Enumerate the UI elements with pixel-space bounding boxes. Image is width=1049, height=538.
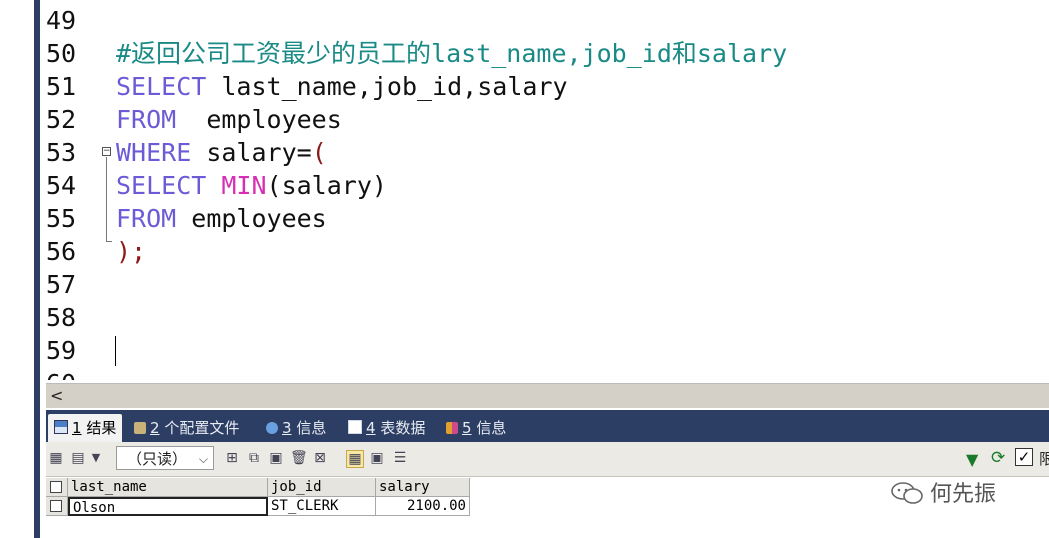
sql-comment: #返回公司工资最少的员工的last_name,job_id和salary <box>116 39 788 68</box>
result-grid-icon <box>54 420 68 434</box>
tab-number: 4 <box>366 419 376 437</box>
tab-label: 表数据 <box>375 419 426 437</box>
line-number: 53 <box>46 138 77 167</box>
tab-info-2[interactable]: 5 信息 <box>446 414 506 442</box>
code-line[interactable]: ); <box>116 235 146 268</box>
column-header[interactable]: last_name <box>68 478 268 497</box>
line-number: 59 <box>46 336 77 365</box>
sql-punctuation: ( <box>311 138 327 167</box>
readonly-select[interactable]: （只读） ⌵ <box>116 446 214 470</box>
export-icon[interactable]: ▦ <box>48 450 64 466</box>
sql-punctuation: ); <box>116 237 147 266</box>
save-icon[interactable]: ▣ <box>268 450 284 466</box>
code-line[interactable]: WHERE salary=( <box>116 136 327 169</box>
line-number: 50 <box>46 39 77 68</box>
code-line[interactable]: #返回公司工资最少的员工的last_name,job_id和salary <box>116 37 787 70</box>
wechat-icon <box>891 482 923 504</box>
profile-icon <box>134 422 146 434</box>
tab-profiles[interactable]: 2 个配置文件 <box>134 414 239 442</box>
table-cell[interactable]: 2100.00 <box>376 497 470 516</box>
limit-rows-label: 限 <box>1039 450 1049 468</box>
fold-guide-end <box>106 241 112 242</box>
tab-label: 信息 <box>471 419 507 437</box>
tab-number: 3 <box>282 419 292 437</box>
sql-keyword: WHERE <box>116 138 192 167</box>
tab-results[interactable]: 1 结果 <box>48 414 123 442</box>
insert-row-icon[interactable]: ⊞ <box>224 450 240 466</box>
scroll-left-arrow-icon[interactable]: < <box>50 386 63 405</box>
line-number: 52 <box>46 105 77 134</box>
table-cell[interactable]: ST_CLERK <box>268 497 376 516</box>
tab-label: 信息 <box>291 419 327 437</box>
table-cell[interactable]: Olson <box>68 497 268 516</box>
horizontal-scrollbar[interactable]: < <box>46 383 1049 408</box>
discard-icon[interactable]: ⊠ <box>312 450 328 466</box>
column-header[interactable]: job_id <box>268 478 376 497</box>
line-number: 57 <box>46 270 77 299</box>
info-colored-icon <box>446 422 458 434</box>
chevron-down-icon: ⌵ <box>198 452 208 466</box>
tab-info[interactable]: 3 信息 <box>266 414 326 442</box>
results-toolbar: ▦ ▤ ▼ （只读） ⌵ ⊞ ⧉ ▣ 🗑 ⊠ ▦ ▣ ☰ ▼ ⟳ ✓ 限 <box>46 442 1049 477</box>
dropdown-arrow-icon[interactable]: ▼ <box>88 450 104 466</box>
code-line[interactable]: FROM employees <box>116 103 342 136</box>
sql-function: MIN <box>221 171 267 200</box>
tab-number: 2 <box>150 419 160 437</box>
delete-icon[interactable]: 🗑 <box>290 450 308 466</box>
readonly-label: （只读） <box>127 450 188 468</box>
line-number: 55 <box>46 204 77 233</box>
sql-text: (salary) <box>266 171 387 200</box>
table-data-icon <box>348 420 362 434</box>
filter-icon[interactable]: ▼ <box>966 450 978 469</box>
limit-rows-checkbox[interactable]: ✓ <box>1015 448 1033 466</box>
line-number: 58 <box>46 303 77 332</box>
watermark-text: 何先振 <box>930 482 997 507</box>
text-view-icon[interactable]: ☰ <box>392 450 408 466</box>
sql-text: employees <box>176 204 327 233</box>
column-header[interactable]: salary <box>376 478 470 497</box>
line-number: 49 <box>46 6 77 35</box>
duplicate-row-icon[interactable]: ⧉ <box>246 450 262 466</box>
text-cursor <box>115 336 116 366</box>
line-number: 60 <box>46 367 96 380</box>
line-number-gutter: 49 50 51 52 53 54 55 56 57 58 59 60 <box>46 0 110 380</box>
sql-text: employees <box>176 105 342 134</box>
select-all-checkbox[interactable] <box>50 481 62 493</box>
sql-keyword: FROM <box>116 105 177 134</box>
line-number: 51 <box>46 72 77 101</box>
sql-keyword: FROM <box>116 204 177 233</box>
grid-view-icon[interactable]: ▦ <box>346 450 364 468</box>
tab-label: 结果 <box>81 419 117 437</box>
sql-text: salary= <box>191 138 312 167</box>
row-checkbox[interactable] <box>50 500 62 512</box>
row-selector[interactable] <box>46 497 68 516</box>
select-all-cell[interactable] <box>46 478 68 497</box>
tab-number: 1 <box>72 419 82 437</box>
sql-editor[interactable]: 49 50 51 52 53 54 55 56 57 58 59 60 − #返… <box>46 0 1049 380</box>
line-number: 56 <box>46 237 77 266</box>
sql-text: last_name,job_id,salary <box>206 72 568 101</box>
watermark: 何先振 <box>890 480 996 510</box>
export-menu-icon[interactable]: ▤ <box>70 450 86 466</box>
window-left-border <box>0 0 40 538</box>
code-line[interactable]: SELECT last_name,job_id,salary <box>116 70 568 103</box>
fold-toggle-icon[interactable]: − <box>102 147 111 156</box>
sql-keyword: SELECT <box>116 72 207 101</box>
line-number: 54 <box>46 171 77 200</box>
fold-guide-line <box>106 157 107 241</box>
sql-keyword: SELECT <box>116 171 207 200</box>
refresh-icon[interactable]: ⟳ <box>991 448 1005 468</box>
tab-number: 5 <box>462 419 472 437</box>
result-tab-bar: 1 结果 2 个配置文件 3 信息 4 表数据 5 信息 <box>46 410 1049 442</box>
code-line[interactable]: FROM employees <box>116 202 327 235</box>
tab-label: 个配置文件 <box>159 419 240 437</box>
info-icon <box>266 422 278 434</box>
tab-table-data[interactable]: 4 表数据 <box>348 414 425 442</box>
code-line[interactable]: SELECT MIN(salary) <box>116 169 387 202</box>
form-view-icon[interactable]: ▣ <box>369 450 385 466</box>
